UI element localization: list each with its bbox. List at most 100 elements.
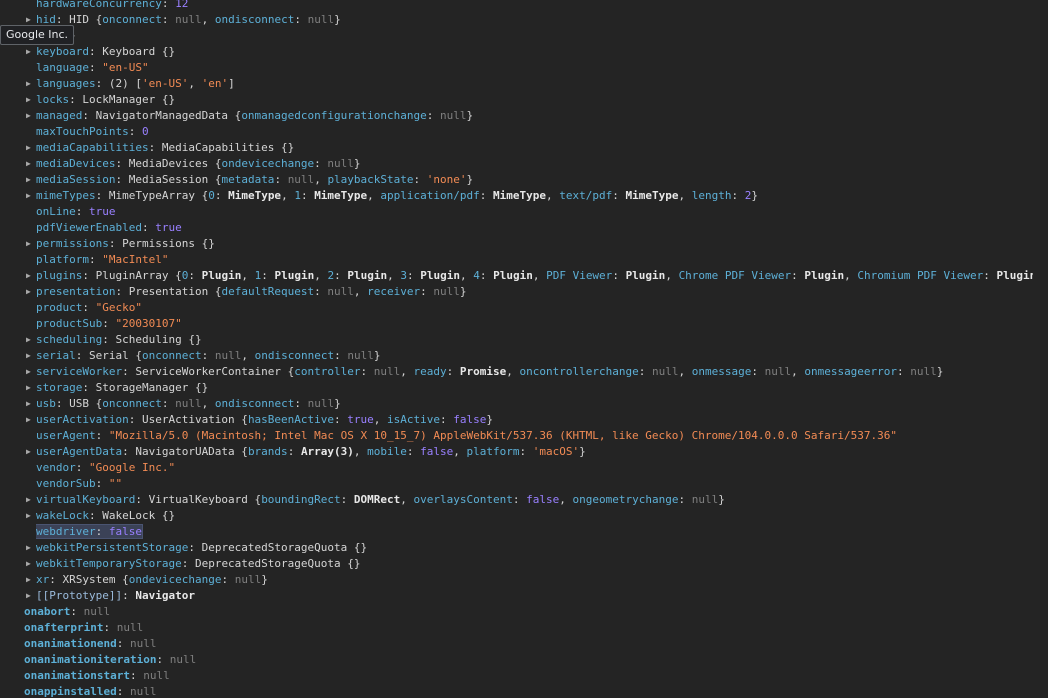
expand-triangle-icon[interactable]: ▶ [26,556,31,572]
property-key: isActive [387,413,441,426]
property-row[interactable]: locks: LockManager {} [36,92,1033,108]
property-key: managed [36,109,83,122]
property-row[interactable]: virtualKeyboard: VirtualKeyboard {boundi… [36,492,1033,508]
property-row[interactable]: scheduling: Scheduling {} [36,332,1033,348]
property-row[interactable]: productSub: "20030107" [36,316,1033,332]
property-value: null [691,493,719,506]
property-row[interactable]: userAgentData: NavigatorUAData {brands: … [36,444,1033,460]
property-row[interactable]: onanimationiteration: null [24,652,1033,668]
property-row[interactable]: webkitTemporaryStorage: DeprecatedStorag… [36,556,1033,572]
property-row[interactable]: wakeLock: WakeLock {} [36,508,1033,524]
property-row[interactable]: languages: (2) ['en-US', 'en'] [36,76,1033,92]
property-key: onconnect [102,397,162,410]
expand-triangle-icon[interactable]: ▶ [26,284,31,300]
punctuation: : [300,189,315,202]
punctuation: , [791,365,805,378]
expand-triangle-icon[interactable]: ▶ [26,396,31,412]
property-value: null [433,285,460,298]
expand-triangle-icon[interactable]: ▶ [26,412,31,428]
punctuation: : [897,365,911,378]
expand-triangle-icon[interactable]: ▶ [26,540,31,556]
property-row[interactable]: usb: USB {onconnect: null, ondisconnect:… [36,396,1033,412]
property-row[interactable]: keyboard: Keyboard {} [36,44,1033,60]
property-value: 'none' [426,173,467,186]
property-value: null [307,397,335,410]
punctuation: : [261,269,275,282]
expand-triangle-icon[interactable]: ▶ [26,156,31,172]
property-key: length [691,189,732,202]
property-row[interactable]: mediaDevices: MediaDevices {ondevicechan… [36,156,1033,172]
punctuation: : WakeLock {} [88,509,176,522]
property-row[interactable]: hardwareConcurrency: 12 [36,0,1033,12]
property-row[interactable]: vendorSub: "" [36,476,1033,492]
punctuation: , [546,189,560,202]
property-row[interactable]: userAgent: "Mozilla/5.0 (Macintosh; Inte… [36,428,1033,444]
expand-triangle-icon[interactable]: ▶ [26,140,31,156]
punctuation: : [294,13,308,26]
punctuation: : [314,157,328,170]
expand-triangle-icon[interactable]: ▶ [26,588,31,604]
expand-triangle-icon[interactable]: ▶ [26,572,31,588]
expand-triangle-icon[interactable]: ▶ [26,364,31,380]
property-key: scheduling [36,333,103,346]
property-key: serial [36,349,76,362]
expand-triangle-icon[interactable]: ▶ [26,188,31,204]
expand-triangle-icon[interactable]: ▶ [26,348,31,364]
property-value: null [214,349,242,362]
punctuation: : [612,189,626,202]
property-row[interactable]: platform: "MacIntel" [36,252,1033,268]
expand-triangle-icon[interactable]: ▶ [26,380,31,396]
property-row[interactable]: onappinstalled: null [24,684,1033,698]
property-row[interactable]: mediaCapabilities: MediaCapabilities {} [36,140,1033,156]
property-row[interactable]: userActivation: UserActivation {hasBeenA… [36,412,1033,428]
property-key: locks [36,93,70,106]
property-row[interactable]: maxTouchPoints: 0 [36,124,1033,140]
property-row[interactable]: hid: HID {onconnect: null, ondisconnect:… [36,12,1033,28]
expand-triangle-icon[interactable]: ▶ [26,492,31,508]
expand-triangle-icon[interactable]: ▶ [26,76,31,92]
property-row[interactable]: plugins: PluginArray {0: Plugin, 1: Plug… [36,268,1033,284]
property-row[interactable]: onanimationstart: null [24,668,1033,684]
property-row[interactable]: permissions: Permissions {} [36,236,1033,252]
expand-triangle-icon[interactable]: ▶ [26,172,31,188]
property-row[interactable]: xr: XRSystem {ondevicechange: null} [36,572,1033,588]
expand-triangle-icon[interactable]: ▶ [26,236,31,252]
expand-triangle-icon[interactable]: ▶ [26,44,31,60]
punctuation: , [387,269,401,282]
property-row[interactable]: vendor: "Google Inc." [36,460,1033,476]
property-row[interactable]: presentation: Presentation {defaultReque… [36,284,1033,300]
property-key: permissions [36,237,109,250]
property-row[interactable]: serviceWorker: ServiceWorkerContainer {c… [36,364,1033,380]
punctuation: : Permissions {} [108,237,215,250]
property-key: hasBeenActive [247,413,335,426]
property-row[interactable]: onafterprint: null [24,620,1033,636]
property-row[interactable]: serial: Serial {onconnect: null, ondisco… [36,348,1033,364]
expand-triangle-icon[interactable]: ▶ [26,108,31,124]
property-row[interactable]: mediaSession: MediaSession {metadata: nu… [36,172,1033,188]
property-row[interactable]: product: "Gecko" [36,300,1033,316]
property-row[interactable]: onanimationend: null [24,636,1033,652]
property-key: maxTouchPoints [36,125,129,138]
property-row[interactable]: webdriver: false [36,524,1033,540]
expand-triangle-icon[interactable]: ▶ [26,332,31,348]
property-row[interactable]: Ink {} [36,28,1033,44]
property-row[interactable]: [[Prototype]]: Navigator [36,588,1033,604]
punctuation: : [751,365,765,378]
property-row[interactable]: webkitPersistentStorage: DeprecatedStora… [36,540,1033,556]
expand-triangle-icon[interactable]: ▶ [26,268,31,284]
punctuation: : [75,461,89,474]
punctuation: , [453,445,467,458]
property-row[interactable]: managed: NavigatorManagedData {onmanaged… [36,108,1033,124]
property-row[interactable]: mimeTypes: MimeTypeArray {0: MimeType, 1… [36,188,1033,204]
property-row[interactable]: pdfViewerEnabled: true [36,220,1033,236]
property-row[interactable]: language: "en-US" [36,60,1033,76]
property-key: wakeLock [36,509,89,522]
expand-triangle-icon[interactable]: ▶ [26,92,31,108]
punctuation: : [340,493,354,506]
expand-triangle-icon[interactable]: ▶ [26,444,31,460]
property-row[interactable]: storage: StorageManager {} [36,380,1033,396]
punctuation: , [241,349,255,362]
property-row[interactable]: onLine: true [36,204,1033,220]
expand-triangle-icon[interactable]: ▶ [26,508,31,524]
property-row[interactable]: onabort: null [24,604,1033,620]
